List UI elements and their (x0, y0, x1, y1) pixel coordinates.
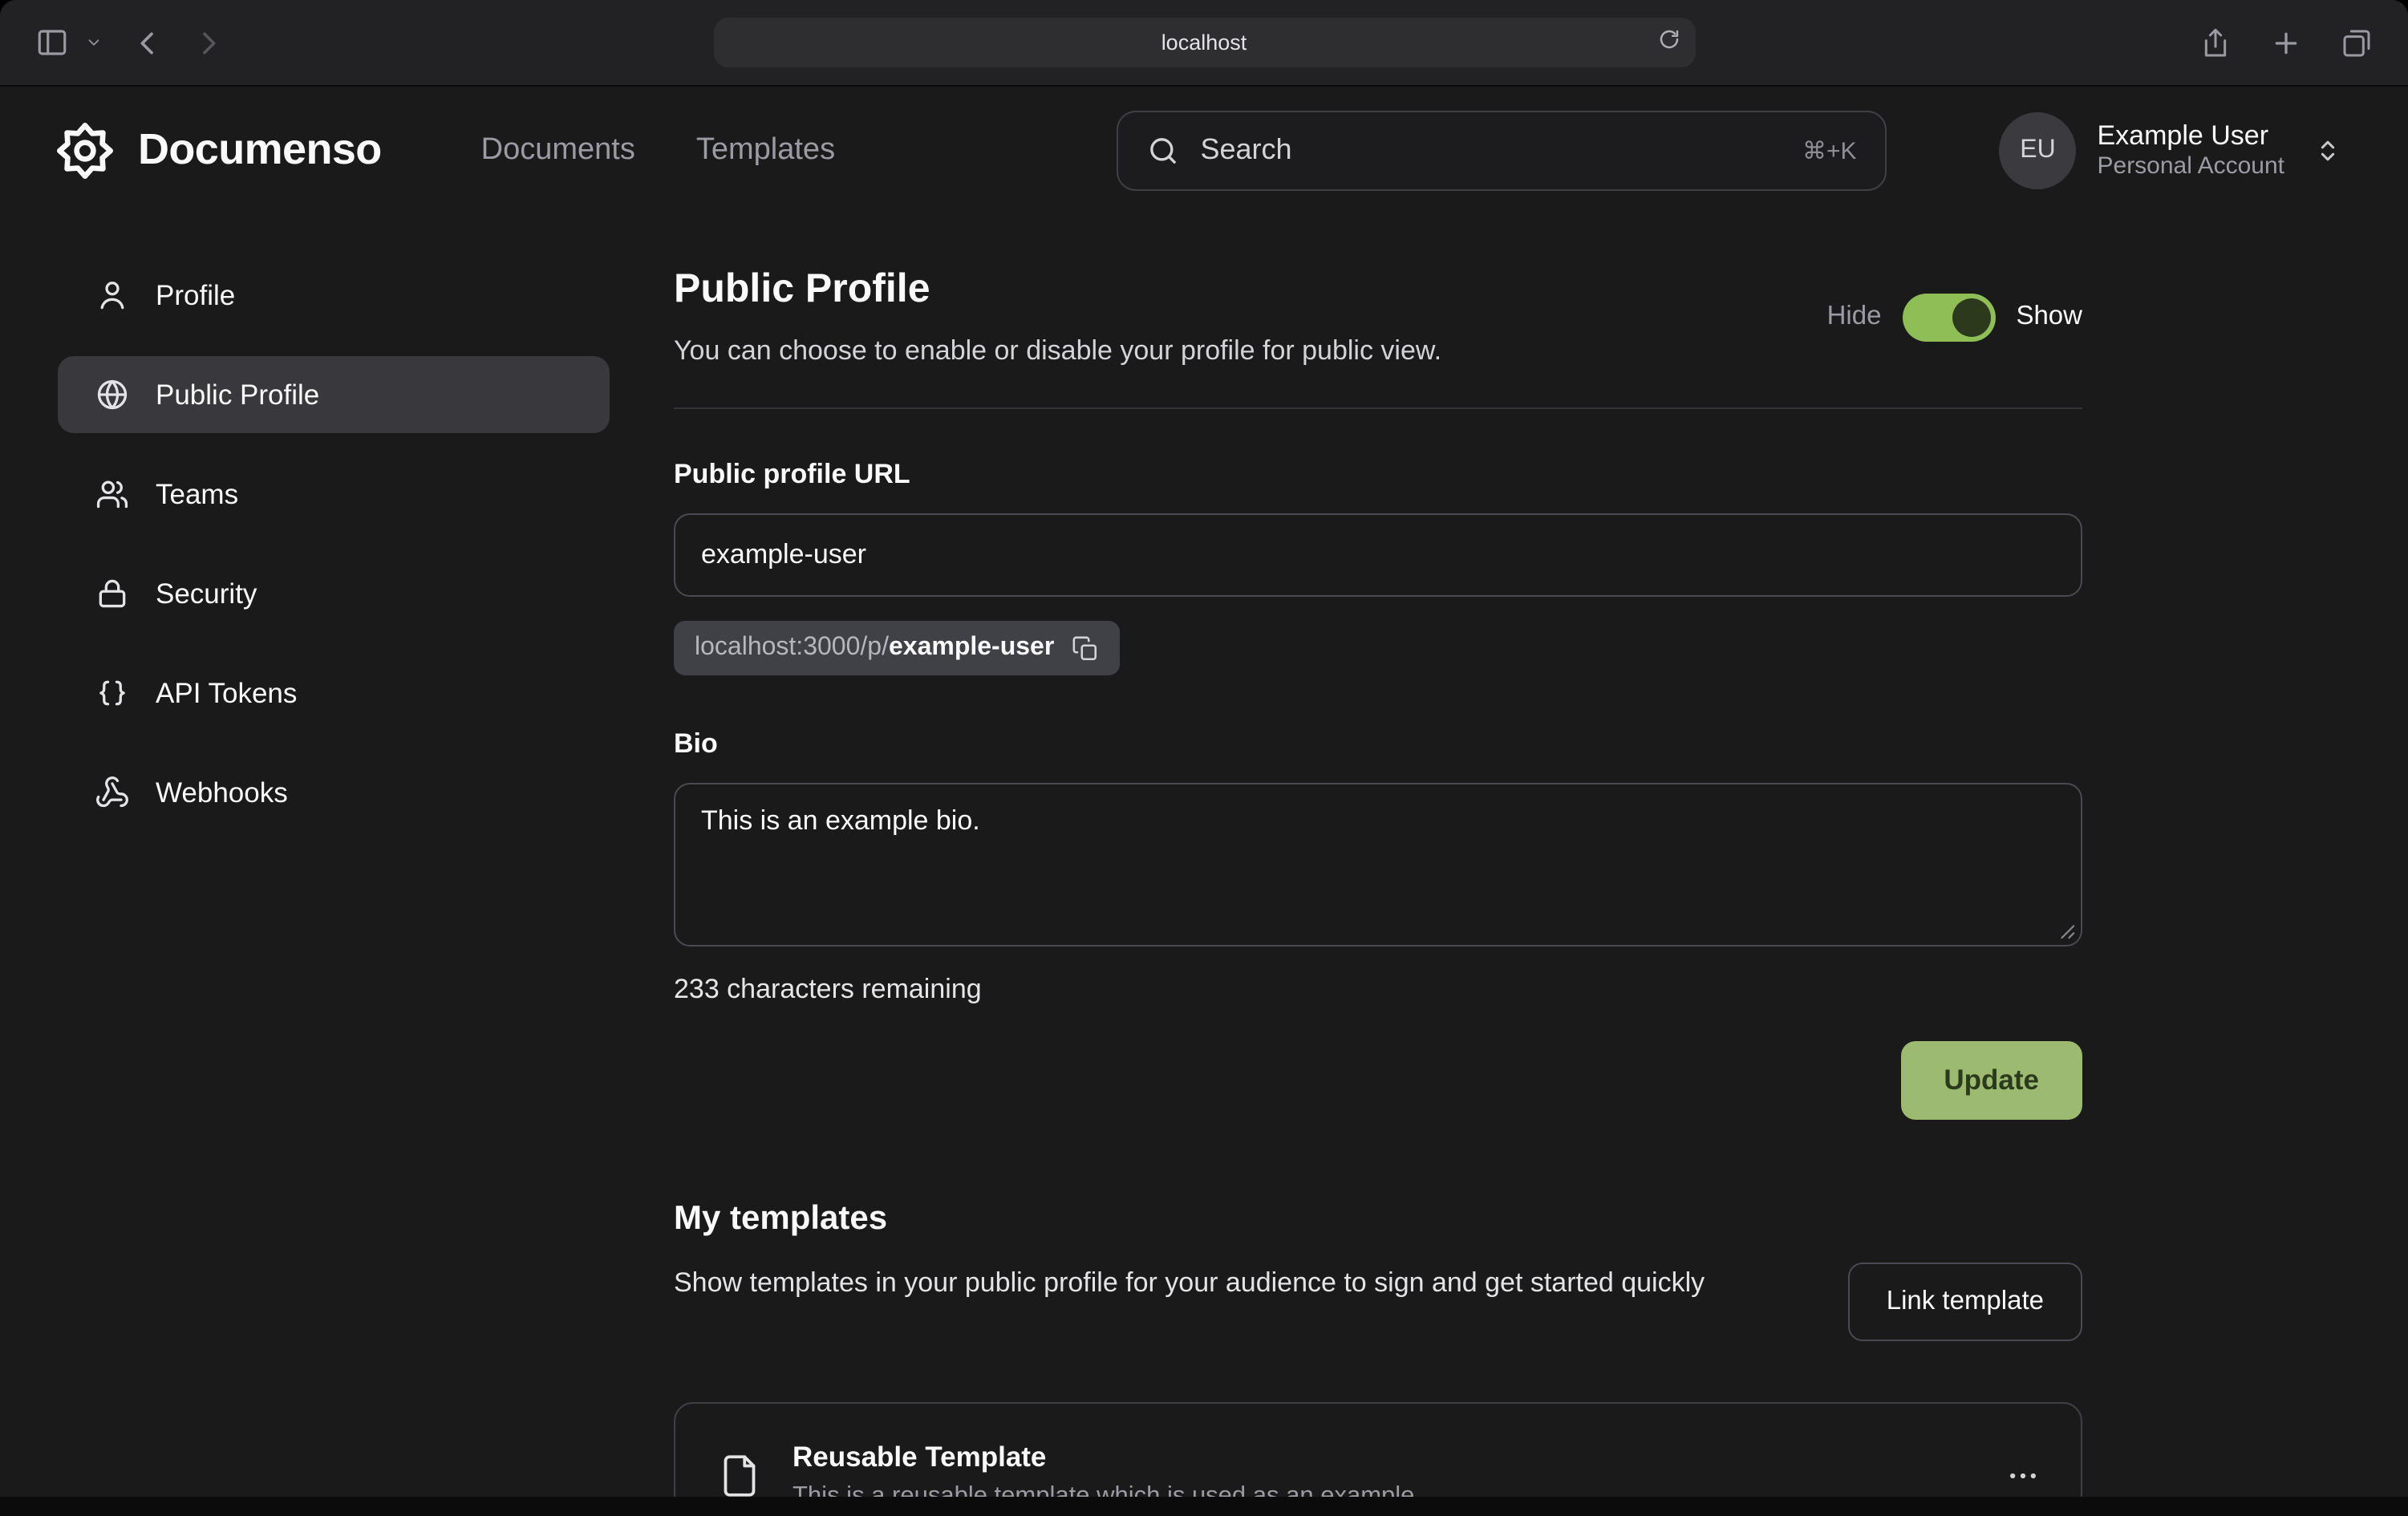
avatar: EU (2000, 111, 2077, 188)
window-bottom-edge (0, 1497, 2408, 1516)
search-placeholder: Search (1201, 133, 1292, 167)
content: Profile Public Profile Teams Security (0, 213, 2408, 1516)
page-subtitle: You can choose to enable or disable your… (674, 335, 1441, 367)
bio-textarea[interactable]: This is an example bio. (674, 783, 2082, 946)
public-url-prefix: localhost:3000/p/ (695, 634, 889, 661)
template-name: Reusable Template (793, 1441, 1421, 1474)
top-nav: Documents Templates (481, 132, 835, 168)
webhook-icon (93, 775, 132, 810)
back-button[interactable] (128, 23, 167, 62)
chevron-down-icon[interactable] (82, 30, 106, 55)
user-icon (93, 278, 132, 313)
user-account-type: Personal Account (2098, 152, 2285, 183)
public-profile-panel: Public Profile You can choose to enable … (674, 257, 2082, 1516)
braces-icon (93, 675, 132, 711)
sidebar-item-label: Teams (156, 477, 238, 511)
sidebar-item-label: API Tokens (156, 676, 297, 710)
profile-url-input[interactable] (674, 513, 2082, 597)
file-icon (716, 1452, 764, 1500)
copy-icon[interactable] (1072, 634, 1099, 662)
templates-description: Show templates in your public profile fo… (674, 1263, 1797, 1305)
search-icon (1148, 134, 1180, 166)
app-header: Documenso Documents Templates Search ⌘+K… (0, 87, 2408, 213)
toggle-show-label: Show (2016, 302, 2082, 332)
bio-label: Bio (674, 728, 2082, 760)
toggle-hide-label: Hide (1827, 302, 1882, 332)
update-button[interactable]: Update (1900, 1041, 2082, 1120)
nav-documents[interactable]: Documents (481, 132, 635, 168)
search-shortcut: ⌘+K (1802, 136, 1857, 164)
address-bar-url: localhost (1161, 30, 1247, 55)
share-icon[interactable] (2196, 23, 2235, 62)
toggle-thumb (1952, 298, 1990, 336)
sidebar-item-api-tokens[interactable]: API Tokens (58, 655, 610, 732)
templates-heading: My templates (674, 1200, 2082, 1238)
documenso-logo-icon (53, 118, 117, 182)
user-name: Example User (2098, 118, 2285, 152)
new-tab-icon[interactable] (2267, 23, 2305, 62)
brand-name: Documenso (138, 125, 382, 175)
sidebar-item-profile[interactable]: Profile (58, 257, 610, 334)
profile-visibility-toggle[interactable] (1902, 293, 1995, 341)
sidebar-item-label: Public Profile (156, 378, 319, 411)
visibility-toggle-group: Hide Show (1827, 293, 2082, 341)
sidebar-item-webhooks[interactable]: Webhooks (58, 754, 610, 831)
public-url-text: localhost:3000/p/example-user (695, 634, 1054, 663)
screen: localhost Documen (0, 0, 2408, 1516)
sidebar-item-teams[interactable]: Teams (58, 456, 610, 533)
sidebar-item-label: Security (156, 577, 257, 610)
divider (674, 407, 2082, 409)
address-bar[interactable]: localhost (713, 18, 1695, 67)
sidebar-toggle-icon[interactable] (32, 22, 72, 63)
tab-overview-icon[interactable] (2337, 23, 2376, 62)
sidebar-item-label: Webhooks (156, 776, 288, 809)
profile-url-label: Public profile URL (674, 459, 2082, 491)
sidebar-item-label: Profile (156, 278, 235, 312)
public-url-pill: localhost:3000/p/example-user (674, 621, 1120, 675)
user-menu[interactable]: EU Example User Personal Account (2000, 111, 2345, 188)
chevrons-up-down-icon (2312, 134, 2344, 166)
public-url-slug: example-user (889, 634, 1054, 661)
forward-button[interactable] (189, 23, 228, 62)
users-icon (93, 476, 132, 512)
brand[interactable]: Documenso (53, 118, 382, 182)
my-templates-section: My templates Show templates in your publ… (674, 1200, 2082, 1516)
lock-icon (93, 576, 132, 611)
template-menu-button[interactable] (2005, 1458, 2041, 1494)
sidebar-item-security[interactable]: Security (58, 555, 610, 632)
browser-chrome: localhost (0, 0, 2408, 87)
settings-sidebar: Profile Public Profile Teams Security (0, 257, 610, 1516)
link-template-button[interactable]: Link template (1848, 1263, 2082, 1341)
sidebar-item-public-profile[interactable]: Public Profile (58, 356, 610, 433)
search-input[interactable]: Search ⌘+K (1117, 110, 1887, 190)
characters-remaining: 233 characters remaining (674, 974, 2082, 1006)
globe-icon (93, 377, 132, 412)
refresh-icon[interactable] (1656, 27, 1680, 51)
nav-templates[interactable]: Templates (696, 132, 835, 168)
page-title: Public Profile (674, 266, 1441, 313)
